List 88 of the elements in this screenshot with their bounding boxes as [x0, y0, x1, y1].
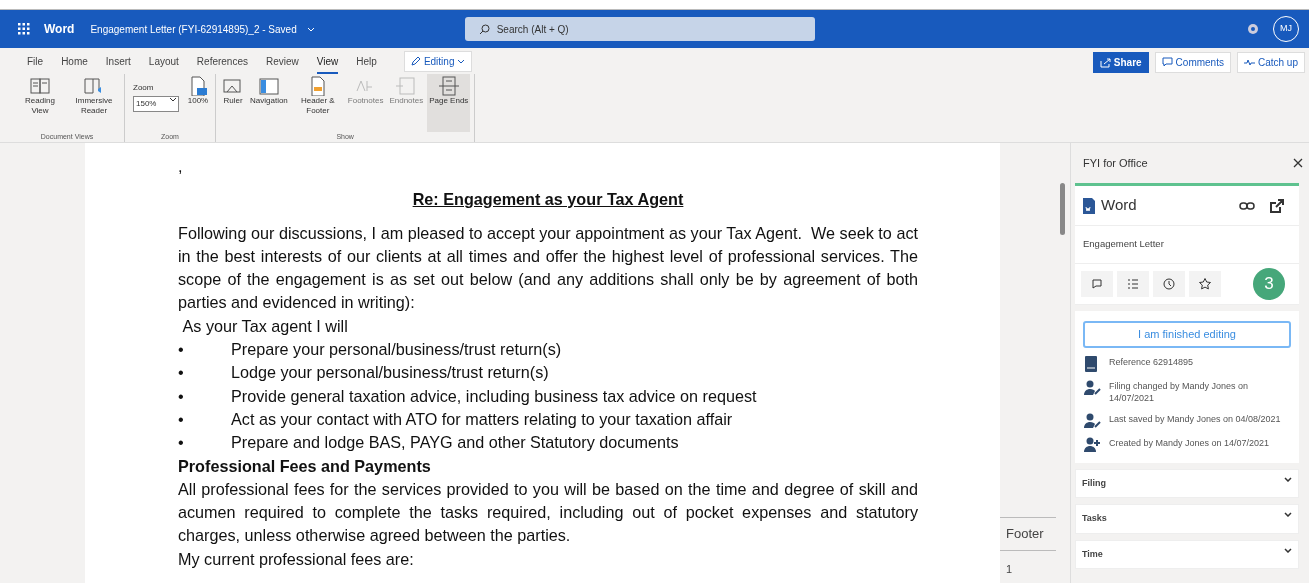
document-paragraph: All professional fees for the services provided to you will be based on the time and degree of skill and acumen required to complete the tasks required, including out of pocket expenses and statutory charges, unless otherwise agreed between the parties.: [178, 478, 918, 547]
page-ends-icon: [437, 76, 460, 96]
bullet-marker: •: [178, 408, 185, 430]
document-subheading: Professional Fees and Payments: [178, 455, 432, 477]
chevron-down-icon: [170, 98, 176, 102]
star-icon: [1198, 277, 1212, 291]
ribbon-button[interactable]: Ruler: [220, 74, 246, 132]
clock-button[interactable]: [1153, 271, 1185, 297]
ribbon-tab[interactable]: Review: [257, 51, 308, 71]
catch-up-button[interactable]: Catch up: [1236, 52, 1305, 73]
ribbon-button[interactable]: Navigation: [248, 74, 290, 132]
clock-icon: [1162, 277, 1176, 291]
settings-icon[interactable]: [1247, 23, 1259, 35]
list-item: Prepare your personal/business/trust return(s): [231, 339, 562, 361]
user-edit-icon: [1083, 412, 1101, 429]
book-icon: [29, 76, 51, 96]
app-name: Word: [44, 21, 75, 38]
list-item: Provide general taxation advice, including business tax advice on request: [231, 385, 757, 407]
user-edit-icon: [1083, 379, 1101, 396]
app-launcher-icon[interactable]: [18, 23, 30, 35]
detail-text: Filing changed by Mandy Jones on 14/07/2021: [1109, 379, 1250, 405]
checklist-icon: [1126, 277, 1140, 291]
bullet-marker: •: [178, 385, 185, 407]
word-file-icon: [1083, 197, 1095, 214]
panel-icon: [257, 76, 280, 96]
scrollbar-thumb[interactable]: [1060, 183, 1065, 235]
chevron-down-icon: [457, 58, 466, 64]
checklist-button[interactable]: [1117, 271, 1149, 297]
pane-title: FYI for Office: [1083, 155, 1148, 171]
section-header[interactable]: Time: [1075, 539, 1299, 570]
ribbon-button[interactable]: Page Ends: [427, 74, 471, 132]
bullet-marker: •: [178, 362, 185, 384]
chevron-down-icon: [1284, 547, 1292, 553]
finish-editing-button[interactable]: I am finished editing: [1083, 321, 1291, 348]
section-header[interactable]: Tasks: [1075, 504, 1299, 534]
detail-text: Last saved by Mandy Jones on 04/08/2021: [1109, 412, 1281, 426]
section-header[interactable]: Filing: [1075, 468, 1299, 499]
external-link-icon[interactable]: [1269, 197, 1285, 214]
ribbon-button[interactable]: Immersive Reader: [68, 74, 120, 132]
app-label: Word: [1101, 195, 1137, 216]
close-icon[interactable]: [1293, 158, 1303, 168]
list-item: Act as your contact with ATO for matters relating to your taxation affair: [231, 408, 733, 430]
ribbon-tab[interactable]: Help: [347, 51, 386, 71]
list-item: Lodge your personal/business/trust return(s): [231, 362, 549, 384]
editing-button[interactable]: Editing: [403, 50, 473, 72]
bullet-marker: •: [178, 339, 185, 361]
share-icon: [1099, 57, 1111, 68]
document-name: Engagement Letter: [1083, 237, 1164, 252]
ruler-icon: [222, 76, 244, 96]
ribbon-tab[interactable]: Home: [52, 51, 97, 71]
detail-text: Reference 62914895: [1109, 355, 1194, 369]
page-number: 1: [1006, 562, 1013, 577]
ribbon-button[interactable]: 100%: [185, 74, 211, 132]
search-field[interactable]: Search (Alt + Q): [464, 17, 815, 41]
ribbon-tab[interactable]: View: [307, 51, 348, 71]
document-text: ,: [178, 156, 184, 177]
chevron-down-icon: [1284, 476, 1292, 482]
search-icon: [478, 24, 490, 35]
comment-icon: [1090, 277, 1104, 291]
zoom-label: Zoom: [133, 82, 155, 94]
ribbon-tab[interactable]: References: [187, 51, 257, 71]
list-item: Prepare and lodge BAS, PAYG and other Statutory documents: [231, 432, 679, 454]
document-text: My current professional fees are:: [178, 548, 415, 570]
detail-text: Created by Mandy Jones on 14/07/2021: [1109, 436, 1270, 450]
comments-button[interactable]: Comments: [1154, 52, 1231, 73]
pulse-icon: [1243, 57, 1255, 68]
ribbon-tab[interactable]: Layout: [139, 51, 188, 71]
document-paragraph: Following our discussions, I am pleased to accept your appointment as your Tax Agent. We seek to act in the best interests of our clients at all times and offer the highest level of professional services. The scope of the engagement is as set out below (and any additions shall only be by agreement of both parties and evidenced in writing):: [178, 222, 918, 314]
link-icon[interactable]: [1239, 200, 1255, 211]
step-badge: 3: [1253, 268, 1285, 300]
user-add-icon: [1083, 436, 1101, 453]
document-heading: Re: Engagement as your Tax Agent: [412, 189, 684, 211]
star-button[interactable]: [1189, 271, 1221, 297]
bullet-marker: •: [178, 432, 185, 454]
chevron-down-icon: [1284, 512, 1292, 518]
document-title: Engagement Letter (FYI-62914895)_2 - Saved: [90, 22, 297, 37]
ribbon-tab[interactable]: Insert: [96, 51, 140, 71]
comment-button[interactable]: [1081, 271, 1113, 297]
share-button[interactable]: Share: [1092, 52, 1149, 73]
footer-label[interactable]: Footer: [1000, 517, 1056, 551]
pencil-icon: [410, 56, 421, 66]
ribbon-button[interactable]: Header & Footer: [291, 74, 344, 132]
ribbon-tab[interactable]: File: [18, 51, 53, 71]
comment-icon: [1161, 57, 1173, 68]
chevron-down-icon[interactable]: [306, 26, 315, 32]
zoom-dropdown[interactable]: 150%: [133, 96, 179, 112]
ribbon-button[interactable]: Reading View: [14, 74, 66, 132]
document-text: As your Tax agent I will: [181, 315, 349, 337]
